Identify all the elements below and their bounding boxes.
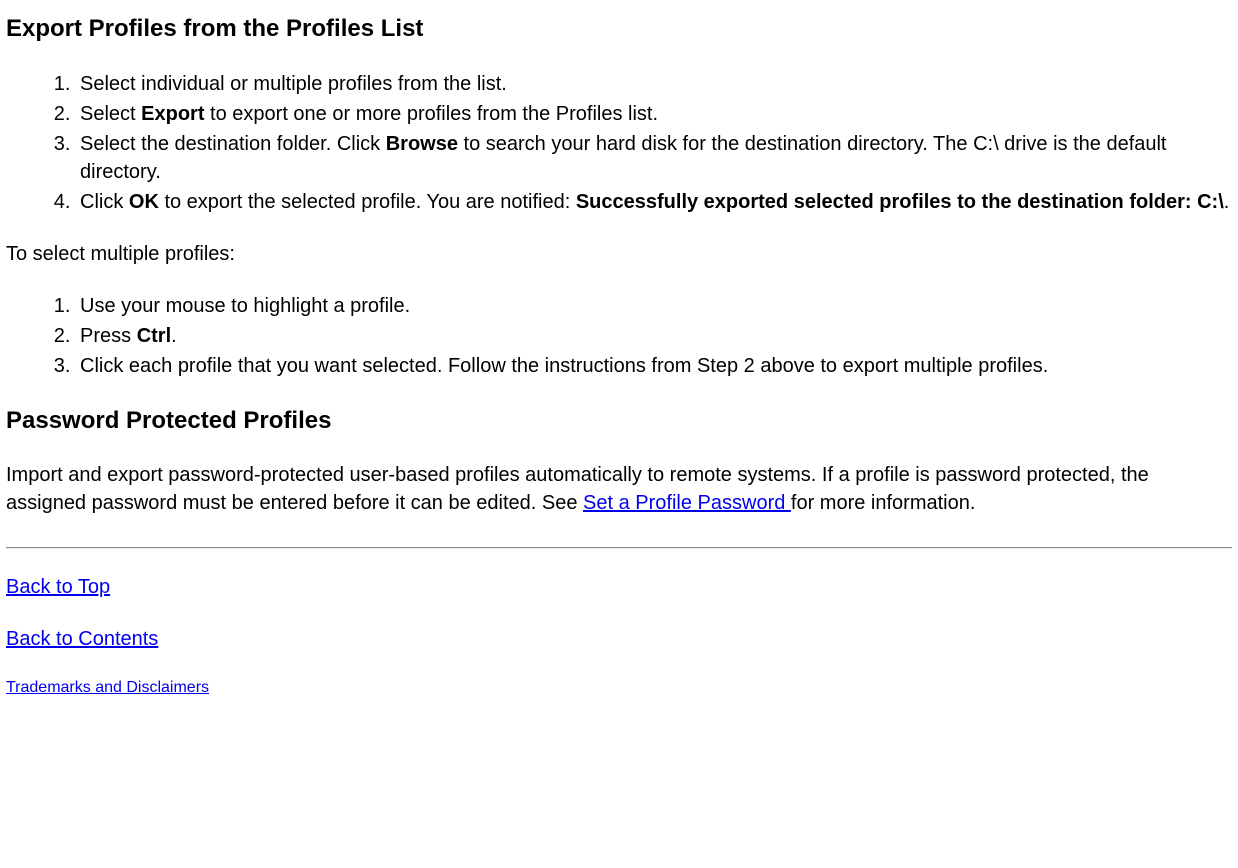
list-item: Click OK to export the selected profile.… [76,188,1232,216]
list-item: Select individual or multiple profiles f… [76,70,1232,98]
list-item: Select Export to export one or more prof… [76,100,1232,128]
heading-export-profiles: Export Profiles from the Profiles List [6,12,1232,46]
link-back-to-top[interactable]: Back to Top [6,576,110,598]
heading-password-protected: Password Protected Profiles [6,404,1232,438]
link-set-profile-password[interactable]: Set a Profile Password [583,492,791,514]
para-select-multiple: To select multiple profiles: [6,240,1232,268]
export-steps-list: Select individual or multiple profiles f… [6,70,1232,216]
link-back-to-contents[interactable]: Back to Contents [6,628,158,650]
list-item: Press Ctrl. [76,322,1232,350]
list-item: Use your mouse to highlight a profile. [76,292,1232,320]
divider [6,547,1232,549]
link-trademarks[interactable]: Trademarks and Disclaimers [6,679,209,696]
multi-select-steps-list: Use your mouse to highlight a profile. P… [6,292,1232,380]
para-password-protected: Import and export password-protected use… [6,461,1232,517]
list-item: Select the destination folder. Click Bro… [76,130,1232,186]
list-item: Click each profile that you want selecte… [76,352,1232,380]
